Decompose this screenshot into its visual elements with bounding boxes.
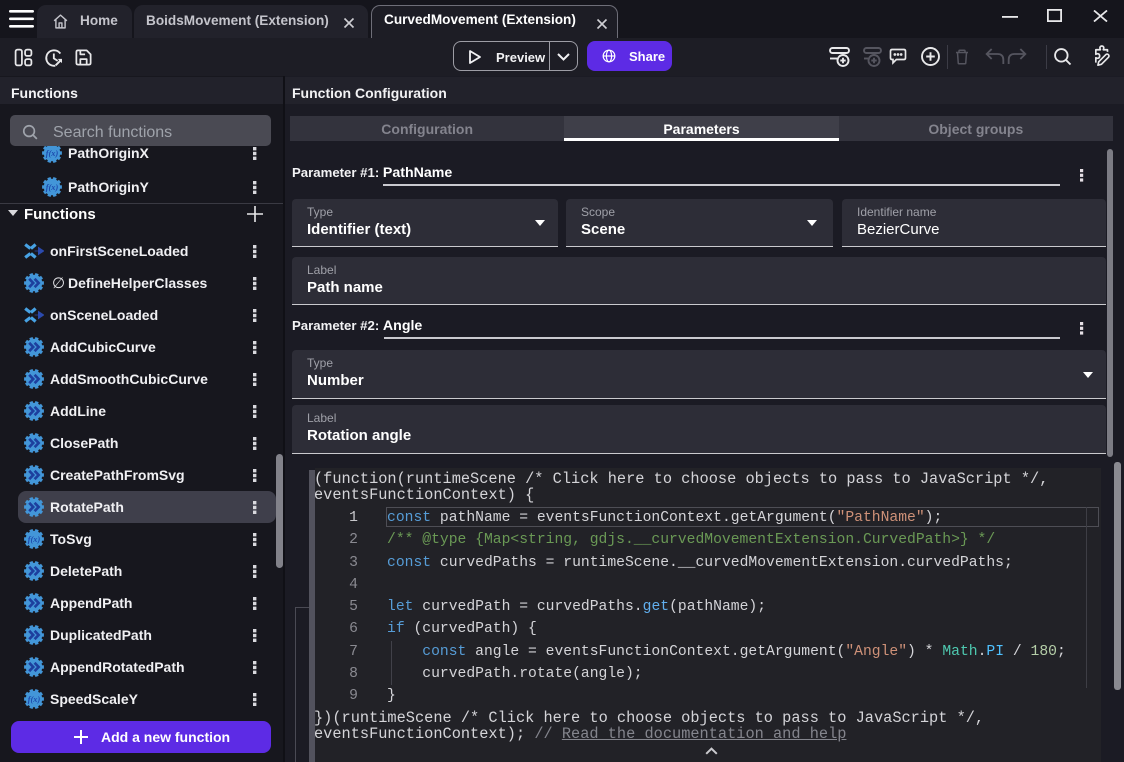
svg-text:f(x): f(x) [46, 149, 59, 158]
svg-text:f(x): f(x) [28, 535, 41, 544]
svg-text:f(x): f(x) [28, 695, 41, 704]
svg-text:f(x): f(x) [46, 183, 59, 192]
